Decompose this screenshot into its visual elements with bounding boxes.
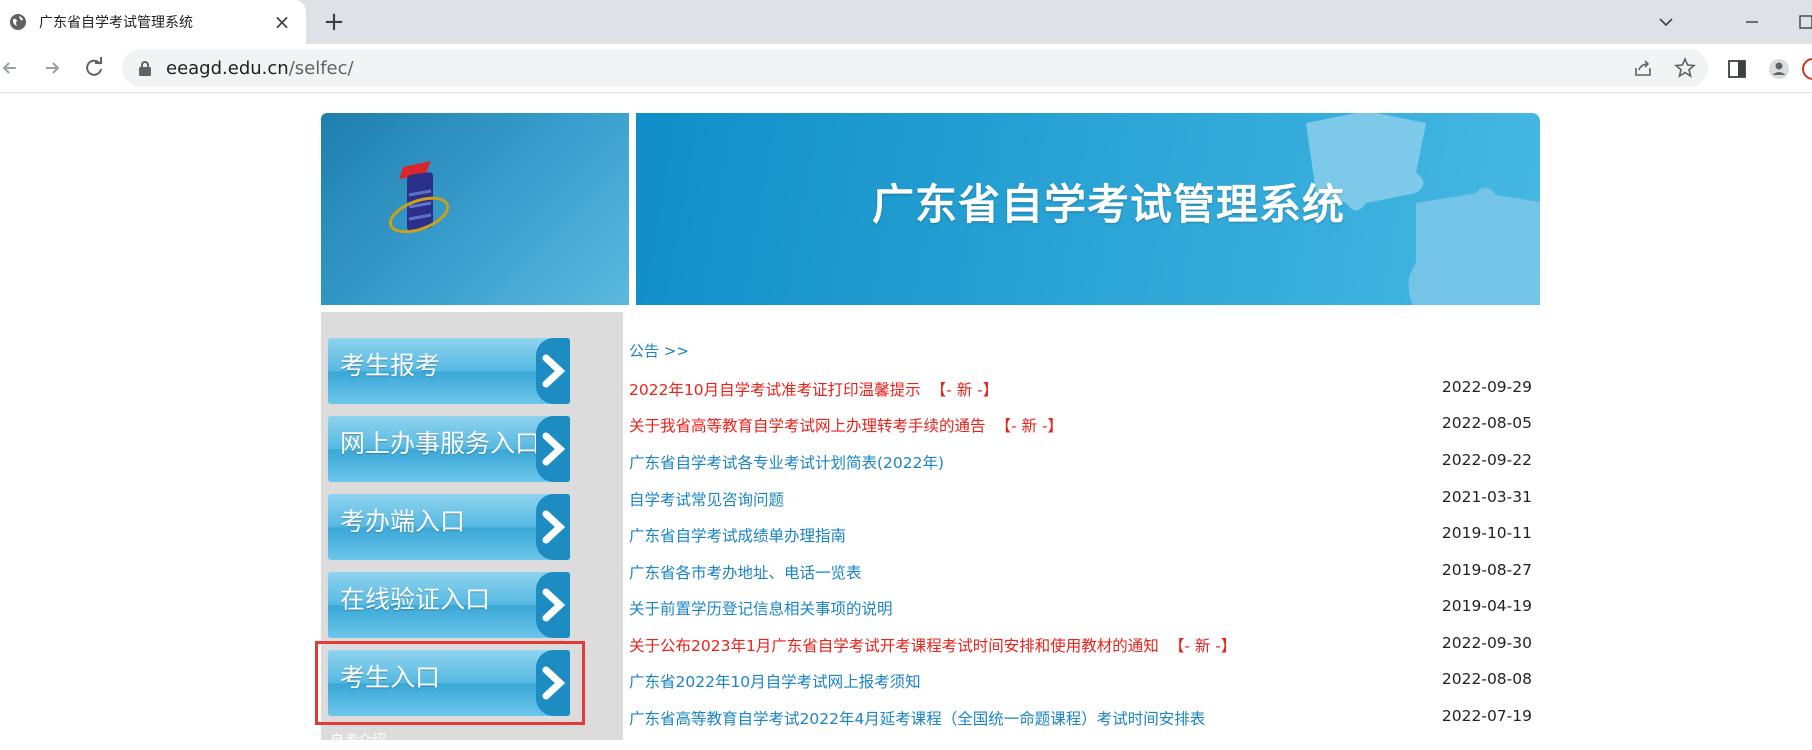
notice-date: 2022-07-19 xyxy=(1441,707,1532,725)
notice-row[interactable]: 广东省2022年10月自学考试网上报考须知 2022-08-08 xyxy=(629,670,1539,692)
notice-title[interactable]: 广东省自学考试成绩单办理指南 xyxy=(629,524,846,546)
star-icon[interactable] xyxy=(1673,56,1697,80)
globe-icon xyxy=(10,14,26,30)
sidebar-item-intro[interactable]: 自考介绍 xyxy=(330,730,386,750)
notice-date: 2019-04-19 xyxy=(1441,597,1532,615)
profile-icon[interactable] xyxy=(1768,58,1790,80)
notice-title-text: 关于我省高等教育自学考试网上办理转考手续的通告 xyxy=(629,417,986,435)
notice-title-text: 广东省自学考试各专业考试计划简表(2022年) xyxy=(629,454,945,472)
notice-row[interactable]: 关于前置学历登记信息相关事项的说明 2019-04-19 xyxy=(629,597,1539,619)
notice-row[interactable]: 广东省自学考试各专业考试计划简表(2022年) 2022-09-22 xyxy=(629,451,1539,473)
page-title: 广东省自学考试管理系统 xyxy=(872,180,1346,229)
forward-icon[interactable] xyxy=(38,54,66,82)
notice-title[interactable]: 关于我省高等教育自学考试网上办理转考手续的通告 【- 新 -】 xyxy=(629,414,1063,436)
notice-title[interactable]: 广东省2022年10月自学考试网上报考须知 xyxy=(629,670,921,692)
chevron-down-icon[interactable] xyxy=(1650,6,1682,38)
url-path: /selfec/ xyxy=(288,58,354,79)
browser-tab[interactable]: 广东省自学考试管理系统 × xyxy=(0,0,306,44)
notice-row[interactable]: 广东省自学考试成绩单办理指南 2019-10-11 xyxy=(629,524,1539,546)
notice-title[interactable]: 广东省高等教育自学考试2022年4月延考课程（全国统一命题课程）考试时间安排表 xyxy=(629,707,1205,729)
lock-icon[interactable] xyxy=(138,60,152,76)
notice-row[interactable]: 关于我省高等教育自学考试网上办理转考手续的通告 【- 新 -】 2022-08-0… xyxy=(629,414,1539,436)
maximize-icon[interactable] xyxy=(1788,6,1812,38)
header-banner: 广东省自学考试管理系统 xyxy=(636,113,1540,305)
notice-date: 2019-10-11 xyxy=(1441,524,1532,542)
notice-row[interactable]: 广东省高等教育自学考试2022年4月延考课程（全国统一命题课程）考试时间安排表 … xyxy=(629,707,1539,729)
notice-title[interactable]: 自学考试常见咨询问题 xyxy=(629,488,784,510)
notice-title-text: 广东省2022年10月自学考试网上报考须知 xyxy=(629,673,921,691)
url-text[interactable]: eeagd.edu.cn/selfec/ xyxy=(166,58,354,79)
reload-icon[interactable] xyxy=(80,54,108,82)
notice-date: 2021-03-31 xyxy=(1441,488,1532,506)
notice-row[interactable]: 关于公布2023年1月广东省自学考试开考课程考试时间安排和使用教材的通知 【- 新… xyxy=(629,634,1539,656)
sidebar-item-exam-registration[interactable]: 考生报考 xyxy=(328,338,570,404)
sidebar-item-online-service[interactable]: 网上办事服务入口 xyxy=(328,416,570,482)
notice-date: 2022-08-05 xyxy=(1441,414,1532,432)
notice-date: 2022-08-08 xyxy=(1441,670,1532,688)
logo-icon xyxy=(388,161,450,234)
sidebar-item-label: 在线验证入口 xyxy=(340,585,491,614)
new-badge: 【- 新 -】 xyxy=(930,381,999,399)
tab-strip: 广东省自学考试管理系统 × + xyxy=(0,0,1812,44)
notice-date: 2022-09-22 xyxy=(1441,451,1532,469)
sidebar-item-label: 考生报考 xyxy=(340,351,441,380)
notice-title-text: 关于前置学历登记信息相关事项的说明 xyxy=(629,600,893,618)
header-logo-panel xyxy=(321,113,629,305)
notice-row[interactable]: 自学考试常见咨询问题 2021-03-31 xyxy=(629,488,1539,510)
notice-title-text: 2022年10月自学考试准考证打印温馨提示 xyxy=(629,381,921,399)
address-bar[interactable]: eeagd.edu.cn/selfec/ xyxy=(122,49,1708,87)
tab-title: 广东省自学考试管理系统 xyxy=(39,15,193,31)
highlight-box xyxy=(315,641,585,725)
notice-date: 2022-09-30 xyxy=(1441,634,1532,652)
notice-title-text: 广东省自学考试成绩单办理指南 xyxy=(629,527,847,545)
share-icon[interactable] xyxy=(1631,56,1655,80)
notice-title[interactable]: 广东省自学考试各专业考试计划简表(2022年) xyxy=(629,451,944,473)
notice-title[interactable]: 关于公布2023年1月广东省自学考试开考课程考试时间安排和使用教材的通知 【- 新… xyxy=(629,634,1236,656)
notice-title[interactable]: 2022年10月自学考试准考证打印温馨提示 【- 新 -】 xyxy=(629,378,998,400)
notice-date: 2022-09-29 xyxy=(1441,378,1532,396)
minimize-icon[interactable] xyxy=(1736,6,1768,38)
notice-title-text: 自学考试常见咨询问题 xyxy=(629,491,785,509)
arrow-right-icon xyxy=(536,416,570,482)
notice-header[interactable]: 公告 >> xyxy=(629,340,689,361)
back-icon[interactable] xyxy=(0,54,24,82)
browser-toolbar: eeagd.edu.cn/selfec/ xyxy=(0,44,1812,93)
close-icon[interactable]: × xyxy=(270,10,294,34)
notice-title-text: 广东省高等教育自学考试2022年4月延考课程（全国统一命题课程）考试时间安排表 xyxy=(629,710,1206,728)
notice-row[interactable]: 广东省各市考办地址、电话一览表 2019-08-27 xyxy=(629,561,1539,583)
plus-icon[interactable]: + xyxy=(320,8,348,36)
new-badge: 【- 新 -】 xyxy=(1168,637,1237,655)
notice-date: 2019-08-27 xyxy=(1441,561,1532,579)
url-host: eeagd.edu.cn xyxy=(166,58,289,79)
new-badge: 【- 新 -】 xyxy=(995,417,1064,435)
sidebar-item-exam-office[interactable]: 考办端入口 xyxy=(328,494,570,560)
notice-title[interactable]: 广东省各市考办地址、电话一览表 xyxy=(629,561,862,583)
sidebar-item-label: 考办端入口 xyxy=(340,507,466,536)
notice-title-text: 广东省各市考办地址、电话一览表 xyxy=(629,564,862,582)
arrow-right-icon xyxy=(536,338,570,404)
sidepanel-icon[interactable] xyxy=(1726,58,1748,80)
sidebar-item-online-verification[interactable]: 在线验证入口 xyxy=(328,572,570,638)
sidebar-item-label: 网上办事服务入口 xyxy=(340,429,541,458)
puzzle-decoration xyxy=(1408,187,1540,305)
arrow-right-icon xyxy=(536,572,570,638)
notice-title[interactable]: 关于前置学历登记信息相关事项的说明 xyxy=(629,597,893,619)
notice-title-text: 关于公布2023年1月广东省自学考试开考课程考试时间安排和使用教材的通知 xyxy=(629,637,1159,655)
profile-badge-icon[interactable] xyxy=(1802,58,1812,80)
arrow-right-icon xyxy=(536,494,570,560)
notice-row[interactable]: 2022年10月自学考试准考证打印温馨提示 【- 新 -】 2022-09-29 xyxy=(629,378,1539,400)
